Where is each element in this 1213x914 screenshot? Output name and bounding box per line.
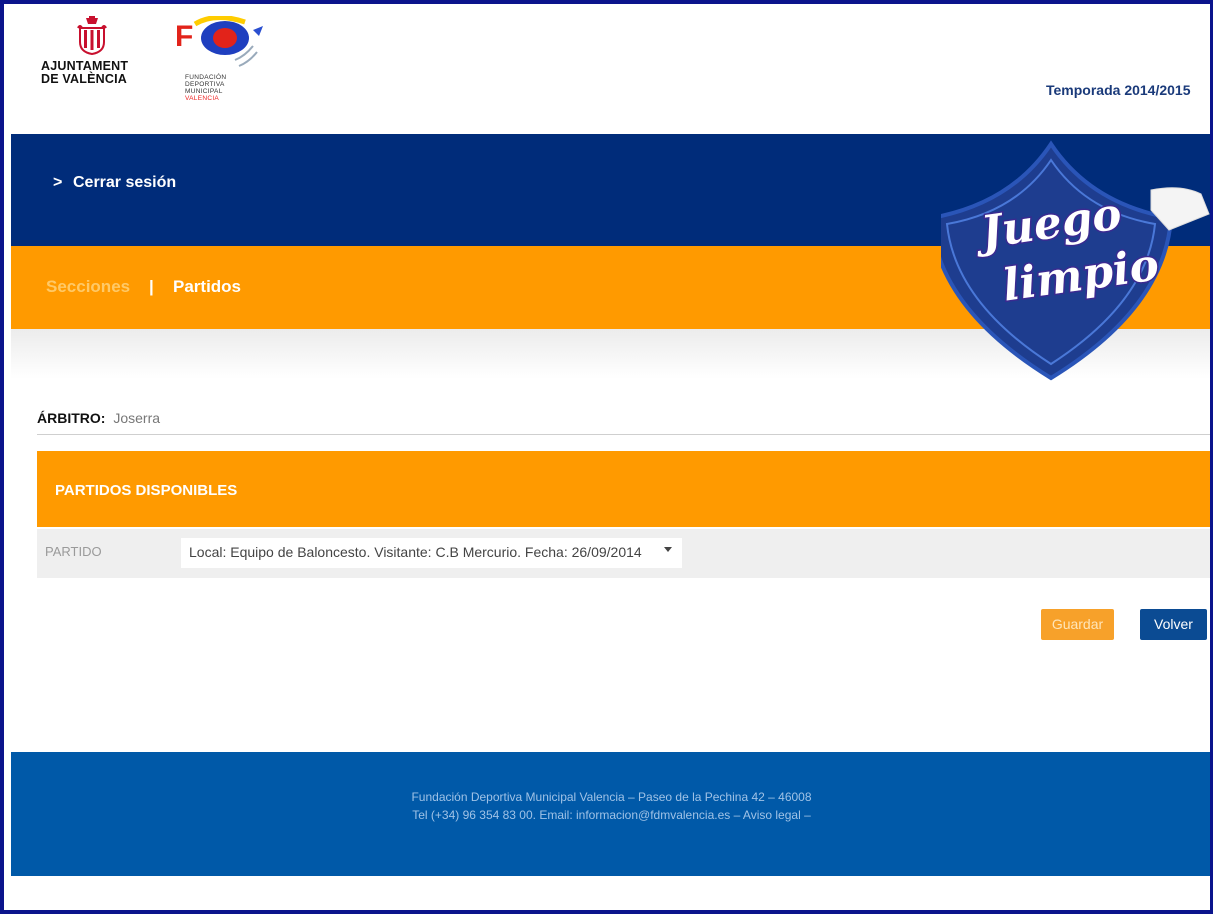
menu-secciones[interactable]: Secciones: [46, 277, 130, 297]
save-button[interactable]: Guardar: [1041, 609, 1114, 640]
referee-info: ÁRBITRO: Joserra: [37, 410, 160, 426]
fdm-name: FUNDACIÓN DEPORTIVA MUNICIPAL VALENCIA: [185, 74, 226, 102]
footer-contact: Tel (+34) 96 354 83 00. Email: informaci…: [412, 808, 811, 822]
back-button[interactable]: Volver: [1140, 609, 1207, 640]
match-row: PARTIDO Local: Equipo de Baloncesto. Vis…: [37, 529, 1210, 578]
page: AJUNTAMENT DE VALÈNCIA F FUNDACIÓN DEPOR…: [11, 12, 1210, 910]
menu-partidos[interactable]: Partidos: [173, 277, 241, 297]
ajuntament-logo[interactable]: AJUNTAMENT DE VALÈNCIA: [41, 14, 151, 124]
fdm-line1: FUNDACIÓN: [185, 74, 227, 81]
referee-name: Joserra: [113, 410, 161, 426]
header: AJUNTAMENT DE VALÈNCIA F FUNDACIÓN DEPOR…: [11, 12, 1210, 134]
chevron-right-icon: >: [53, 174, 63, 191]
footer: Fundación Deportiva Municipal Valencia –…: [11, 752, 1210, 876]
match-field-label: PARTIDO: [45, 544, 102, 559]
menu-separator: |: [149, 277, 154, 296]
fdm-line3: MUNICIPAL: [185, 88, 223, 95]
chevron-down-icon: [664, 547, 672, 552]
fdm-mark-icon: F: [175, 16, 263, 67]
footer-address: Fundación Deportiva Municipal Valencia –…: [411, 790, 812, 804]
match-select[interactable]: Local: Equipo de Baloncesto. Visitante: …: [181, 538, 682, 568]
ajuntament-name: AJUNTAMENT DE VALÈNCIA: [41, 60, 128, 86]
match-select-value: Local: Equipo de Baloncesto. Visitante: …: [189, 544, 642, 560]
fdm-city: VALENCIA: [185, 95, 220, 102]
panel-title: PARTIDOS DISPONIBLES: [55, 482, 238, 499]
logout-link[interactable]: Cerrar sesión: [73, 174, 176, 192]
ajuntament-line2: DE VALÈNCIA: [41, 72, 128, 86]
referee-label: ÁRBITRO:: [37, 410, 106, 426]
window-frame: AJUNTAMENT DE VALÈNCIA F FUNDACIÓN DEPOR…: [0, 0, 1213, 914]
divider: [37, 434, 1210, 435]
fdm-logo[interactable]: F FUNDACIÓN DEPORTIVA MUNICIPAL VALENCIA: [173, 14, 283, 129]
svg-text:F: F: [175, 20, 193, 53]
season-label: Temporada 2014/2015: [1046, 82, 1191, 98]
city-crest-icon: [77, 16, 107, 56]
juego-limpio-badge: Juego limpio: [941, 140, 1210, 381]
panel-header: PARTIDOS DISPONIBLES: [37, 451, 1210, 527]
fdm-line2: DEPORTIVA: [185, 81, 225, 88]
